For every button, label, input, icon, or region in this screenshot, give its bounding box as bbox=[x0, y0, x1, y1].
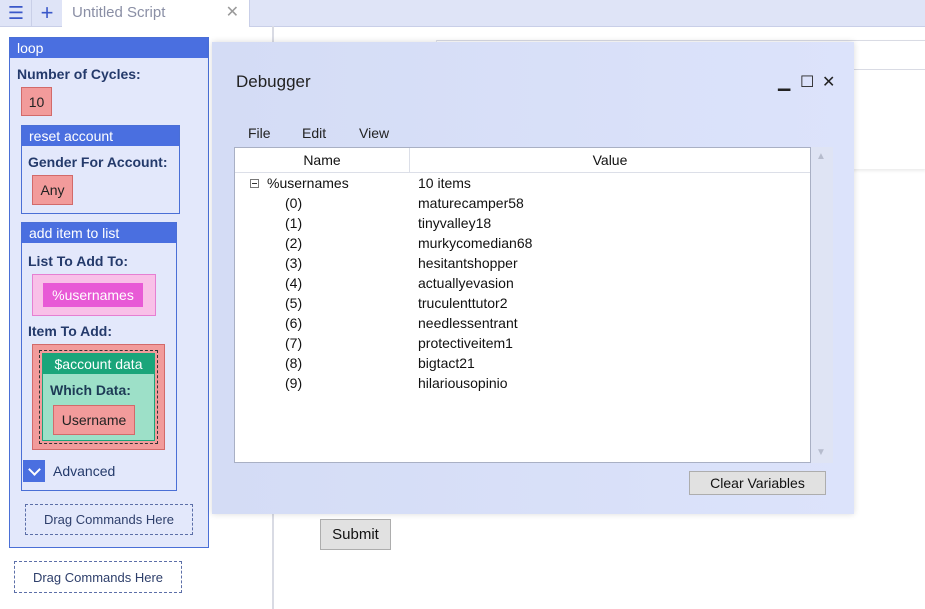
tab-untitled-script[interactable]: Untitled Script ✕ bbox=[62, 0, 250, 27]
scroll-down-icon[interactable]: ▼ bbox=[816, 447, 826, 458]
row-value: 10 items bbox=[418, 175, 471, 191]
gender-label: Gender For Account: bbox=[28, 154, 168, 170]
row-value: hilariousopinio bbox=[418, 375, 508, 391]
menu-file[interactable]: File bbox=[248, 125, 271, 141]
vertical-scrollbar[interactable]: ▲ ▼ bbox=[811, 147, 833, 463]
tab-strip: ☰ + Untitled Script ✕ bbox=[0, 0, 925, 27]
menu-edit[interactable]: Edit bbox=[302, 125, 326, 141]
column-value-header[interactable]: Value bbox=[410, 148, 810, 172]
table-row[interactable]: (5) truculenttutor2 bbox=[235, 294, 810, 314]
list-label: List To Add To: bbox=[28, 253, 129, 269]
row-name: (8) bbox=[285, 355, 303, 371]
variables-grid[interactable]: Name Value %usernames 10 items (0) mature… bbox=[234, 147, 811, 463]
account-data-block[interactable]: $account data Which Data: Username bbox=[42, 353, 155, 441]
row-name: (1) bbox=[285, 215, 303, 231]
row-name: (9) bbox=[285, 375, 303, 391]
scroll-up-icon[interactable]: ▲ bbox=[816, 151, 826, 162]
row-name: (5) bbox=[285, 295, 303, 311]
gender-value[interactable]: Any bbox=[32, 175, 73, 205]
debugger-window: Debugger ▁ ☐ ✕ File Edit View Name Value… bbox=[212, 42, 854, 514]
advanced-label[interactable]: Advanced bbox=[53, 463, 115, 479]
row-name: (2) bbox=[285, 235, 303, 251]
menu-view[interactable]: View bbox=[359, 125, 389, 141]
table-row[interactable]: (1) tinyvalley18 bbox=[235, 214, 810, 234]
account-data-title[interactable]: $account data bbox=[43, 354, 154, 374]
minimize-icon[interactable]: ▁ bbox=[778, 72, 790, 92]
table-row[interactable]: (0) maturecamper58 bbox=[235, 194, 810, 214]
submit-button[interactable]: Submit bbox=[320, 519, 391, 550]
advanced-toggle[interactable] bbox=[23, 460, 45, 482]
item-slot: $account data Which Data: Username bbox=[32, 344, 165, 450]
list-slot: %usernames bbox=[32, 274, 156, 316]
row-value: murkycomedian68 bbox=[418, 235, 533, 251]
table-row[interactable]: (3) hesitantshopper bbox=[235, 254, 810, 274]
cycles-value[interactable]: 10 bbox=[21, 87, 52, 116]
row-name: (0) bbox=[285, 195, 303, 211]
row-value: truculenttutor2 bbox=[418, 295, 508, 311]
maximize-icon[interactable]: ☐ bbox=[800, 72, 814, 92]
row-name: (4) bbox=[285, 275, 303, 291]
collapse-icon[interactable] bbox=[250, 179, 259, 188]
loop-block[interactable]: loop Number of Cycles: 10 reset account … bbox=[9, 37, 209, 548]
clear-variables-button[interactable]: Clear Variables bbox=[689, 471, 826, 495]
row-value: actuallyevasion bbox=[418, 275, 514, 291]
variable-usernames[interactable]: %usernames bbox=[43, 283, 143, 307]
close-icon[interactable]: ✕ bbox=[822, 72, 835, 92]
debugger-title: Debugger bbox=[236, 72, 311, 91]
item-label: Item To Add: bbox=[28, 323, 112, 339]
column-name-header[interactable]: Name bbox=[235, 148, 410, 172]
cycles-label: Number of Cycles: bbox=[17, 66, 141, 82]
outer-drag-zone[interactable]: Drag Commands Here bbox=[14, 561, 182, 593]
row-name: (6) bbox=[285, 315, 303, 331]
row-name: (7) bbox=[285, 335, 303, 351]
chevron-down-icon bbox=[27, 462, 41, 476]
grid-header: Name Value bbox=[235, 148, 810, 173]
table-row[interactable]: (4) actuallyevasion bbox=[235, 274, 810, 294]
separator bbox=[31, 0, 32, 26]
table-row[interactable]: (9) hilariousopinio bbox=[235, 374, 810, 394]
table-row-root[interactable]: %usernames 10 items bbox=[235, 174, 810, 194]
row-value: tinyvalley18 bbox=[418, 215, 492, 231]
add-item-title[interactable]: add item to list bbox=[22, 223, 176, 243]
table-row[interactable]: (2) murkycomedian68 bbox=[235, 234, 810, 254]
reset-account-block[interactable]: reset account Gender For Account: Any bbox=[21, 125, 180, 214]
row-value: bigtact21 bbox=[418, 355, 475, 371]
row-value: protectiveitem1 bbox=[418, 335, 513, 351]
row-value: needlessentrant bbox=[418, 315, 518, 331]
row-name: (3) bbox=[285, 255, 303, 271]
add-item-block[interactable]: add item to list List To Add To: %userna… bbox=[21, 222, 177, 491]
table-row[interactable]: (8) bigtact21 bbox=[235, 354, 810, 374]
menu-icon[interactable]: ☰ bbox=[2, 0, 30, 26]
row-value: maturecamper58 bbox=[418, 195, 524, 211]
selection-outline: $account data Which Data: Username bbox=[39, 350, 158, 444]
which-data-label: Which Data: bbox=[50, 382, 131, 398]
row-name: %usernames bbox=[267, 175, 349, 191]
inner-drag-zone[interactable]: Drag Commands Here bbox=[25, 504, 193, 535]
row-value: hesitantshopper bbox=[418, 255, 518, 271]
which-data-value[interactable]: Username bbox=[53, 405, 135, 435]
table-row[interactable]: (7) protectiveitem1 bbox=[235, 334, 810, 354]
reset-account-title[interactable]: reset account bbox=[22, 126, 179, 146]
loop-block-title[interactable]: loop bbox=[10, 38, 208, 58]
tab-title: Untitled Script bbox=[72, 4, 166, 21]
close-tab-icon[interactable]: ✕ bbox=[226, 2, 239, 22]
new-tab-plus-icon[interactable]: + bbox=[33, 0, 61, 26]
table-row[interactable]: (6) needlessentrant bbox=[235, 314, 810, 334]
